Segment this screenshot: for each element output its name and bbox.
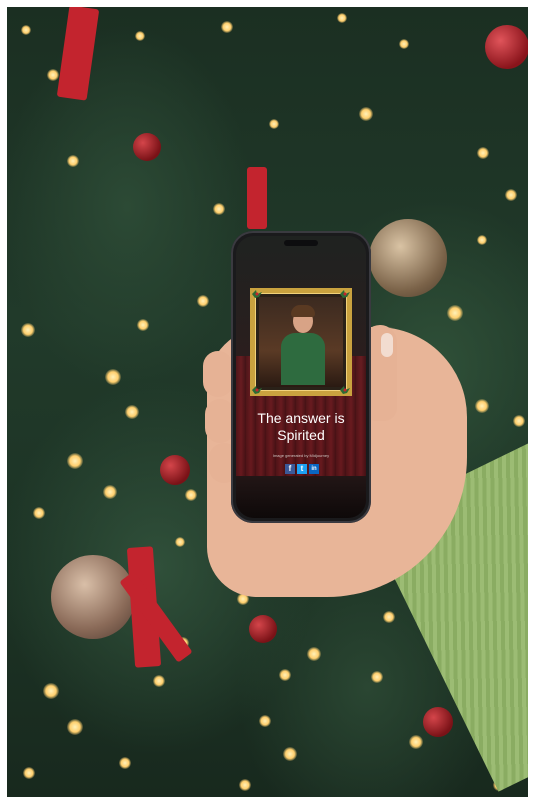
bokeh-light: [359, 107, 373, 121]
red-ornament: [485, 25, 528, 69]
bokeh-light: [175, 537, 185, 547]
bokeh-light: [105, 369, 121, 385]
bokeh-light: [125, 405, 139, 419]
bokeh-light: [67, 453, 83, 469]
bokeh-light: [371, 671, 383, 683]
holly-icon: [252, 386, 262, 394]
christmas-tree-photo: The answer is Spirited Image generated b…: [7, 7, 528, 797]
bokeh-light: [119, 757, 131, 769]
answer-line-2: Spirited: [277, 427, 325, 443]
finger: [203, 351, 233, 397]
bokeh-light: [21, 323, 35, 337]
bokeh-light: [513, 415, 525, 427]
bokeh-light: [409, 735, 423, 749]
bokeh-light: [283, 747, 297, 761]
portrait-image: [259, 297, 343, 387]
twitter-icon[interactable]: t: [297, 464, 307, 474]
gold-ornament: [51, 555, 135, 639]
bokeh-light: [239, 779, 251, 791]
bokeh-light: [259, 715, 271, 727]
figure-hair: [291, 305, 315, 317]
bokeh-light: [269, 119, 279, 129]
holly-icon: [340, 386, 350, 394]
bokeh-light: [399, 39, 409, 49]
bokeh-light: [23, 767, 35, 779]
red-ribbon: [56, 7, 100, 101]
bokeh-light: [67, 719, 83, 735]
bokeh-light: [33, 507, 45, 519]
linkedin-icon[interactable]: in: [309, 464, 319, 474]
bokeh-light: [67, 155, 79, 167]
holly-icon: [252, 290, 262, 298]
bokeh-light: [197, 295, 209, 307]
bokeh-light: [447, 305, 463, 321]
red-ornament: [423, 707, 453, 737]
red-ribbon: [247, 167, 267, 229]
green-coat-figure: [281, 333, 325, 385]
facebook-icon[interactable]: f: [285, 464, 295, 474]
bokeh-light: [477, 147, 489, 159]
phone-notch: [284, 240, 318, 246]
share-buttons: f t in: [285, 464, 319, 474]
bokeh-light: [337, 13, 347, 23]
bokeh-light: [135, 31, 145, 41]
red-ornament: [133, 133, 161, 161]
bokeh-light: [43, 683, 59, 699]
smartphone: The answer is Spirited Image generated b…: [231, 231, 371, 523]
bokeh-light: [383, 611, 395, 623]
red-ornament: [249, 615, 277, 643]
stage-floor: [236, 476, 366, 518]
gold-picture-frame: [250, 288, 352, 396]
bokeh-light: [475, 399, 489, 413]
fingernail: [381, 333, 393, 357]
bokeh-light: [477, 235, 487, 245]
holly-icon: [340, 290, 350, 298]
bokeh-light: [221, 21, 233, 33]
bokeh-light: [21, 25, 31, 35]
bokeh-light: [505, 189, 517, 201]
gold-ornament: [369, 219, 447, 297]
bokeh-light: [307, 647, 321, 661]
red-ornament: [160, 455, 190, 485]
bokeh-light: [153, 675, 165, 687]
bokeh-light: [137, 319, 149, 331]
phone-screen: The answer is Spirited Image generated b…: [236, 236, 366, 518]
bokeh-light: [47, 69, 59, 81]
answer-line-1: The answer is: [257, 410, 345, 426]
bokeh-light: [213, 203, 225, 215]
bokeh-light: [279, 669, 291, 681]
image-credit: Image generated by Midjourney: [272, 453, 330, 458]
bokeh-light: [185, 489, 197, 501]
bokeh-light: [103, 485, 117, 499]
